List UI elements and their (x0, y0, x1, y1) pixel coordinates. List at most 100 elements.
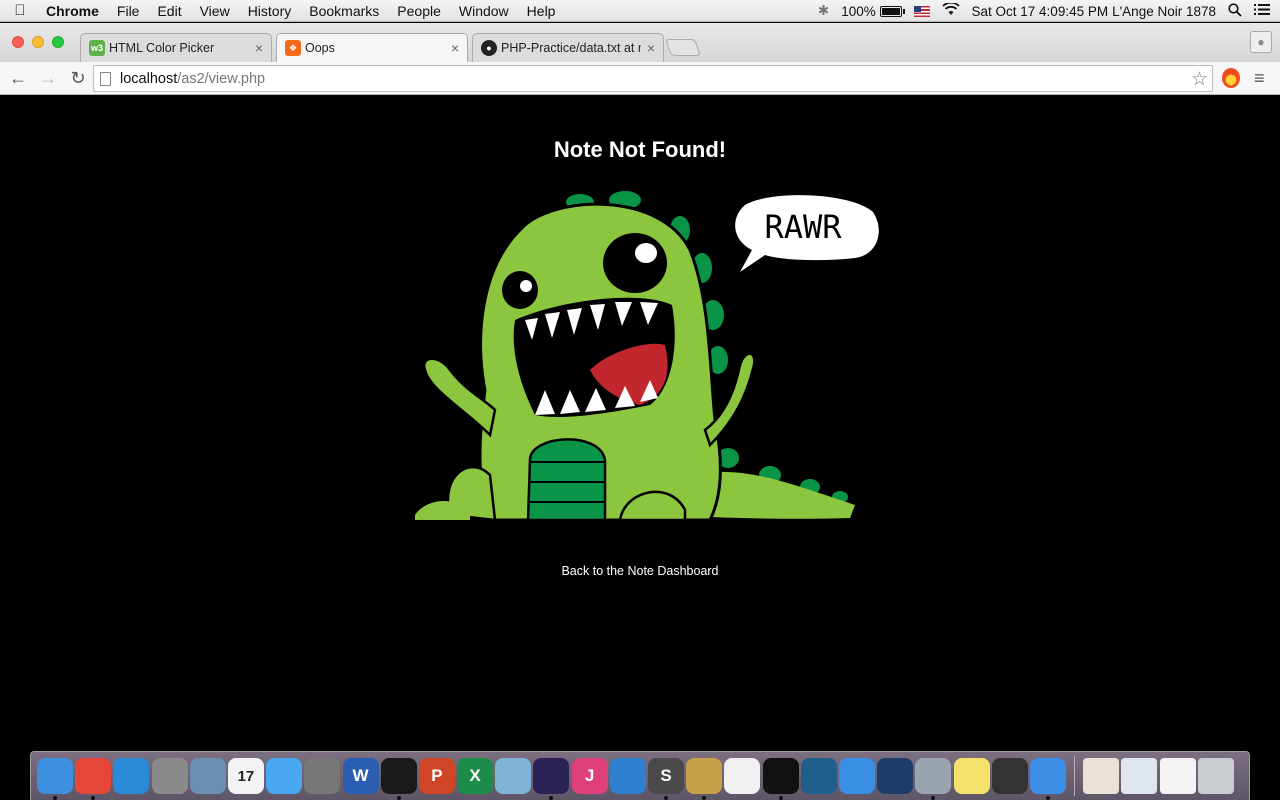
close-tab-icon[interactable]: × (647, 40, 655, 56)
running-indicator (778, 796, 783, 800)
quicktime-icon[interactable] (877, 758, 914, 794)
new-tab-button[interactable] (664, 39, 702, 56)
menu-help[interactable]: Help (518, 3, 565, 19)
calendar-icon-label: 17 (237, 767, 255, 785)
notification-center-icon[interactable] (1254, 3, 1270, 19)
tab-strip: w3 HTML Color Picker × ❖ Oops × ● PHP-Pr… (0, 23, 1280, 62)
reload-icon[interactable]: ↻ (64, 64, 92, 92)
xcode-icon[interactable] (838, 758, 875, 794)
battery-icon (879, 6, 905, 18)
close-window-button[interactable] (12, 36, 24, 48)
icloud-icon[interactable] (1029, 758, 1066, 800)
screenshots-stack-icon[interactable] (1159, 758, 1196, 794)
preview-icon[interactable] (189, 758, 226, 794)
running-indicator (664, 796, 668, 800)
spotlight-search-icon[interactable] (1228, 2, 1242, 20)
printer-icon[interactable] (991, 758, 1028, 794)
menu-history[interactable]: History (239, 3, 301, 19)
w3-icon: w3 (89, 40, 105, 56)
powerpoint-icon[interactable]: P (418, 758, 455, 794)
tab-github-data-txt[interactable]: ● PHP-Practice/data.txt at m × (472, 33, 664, 62)
word-icon-label: W (352, 766, 369, 785)
virtualbox-icon[interactable] (495, 758, 532, 794)
calendar-icon[interactable]: 17 (227, 758, 264, 794)
running-indicator (1045, 796, 1050, 800)
tab-title: HTML Color Picker (109, 41, 215, 55)
running-indicator (91, 796, 96, 800)
chrome-menu-icon[interactable]: ≡ (1254, 68, 1270, 89)
dino-left-eye-glint (520, 280, 532, 292)
powerpoint-icon-label: P (431, 766, 443, 785)
sublime-icon-label: S (660, 766, 672, 785)
url-host: localhost (120, 70, 178, 87)
finder-icon[interactable] (37, 758, 73, 800)
close-tab-icon[interactable]: × (255, 40, 263, 56)
menu-bar:  Chrome File Edit View History Bookmark… (0, 0, 1280, 22)
archive-icon[interactable] (686, 758, 723, 800)
menu-edit[interactable]: Edit (148, 3, 190, 19)
calculator-icon[interactable] (151, 758, 188, 794)
chrome-icon[interactable] (75, 758, 112, 800)
speech-bubble-text: RAWR (764, 208, 842, 246)
back-arrow-icon[interactable]: ← (4, 64, 32, 92)
page-content: Note Not Found! RAWR Back to the Note Da… (0, 95, 1280, 750)
downloads-stack-icon[interactable] (1121, 758, 1158, 794)
intellij-icon-label: J (584, 766, 595, 785)
trash-icon[interactable] (1197, 758, 1234, 794)
page-title: Note Not Found! (553, 137, 727, 162)
terminal-icon[interactable] (762, 758, 799, 800)
battery-percent: 100% (841, 3, 876, 19)
window-controls (12, 36, 64, 48)
mysql-workbench-icon[interactable] (800, 758, 837, 794)
tab-oops[interactable]: ❖ Oops × (276, 33, 468, 62)
menu-file[interactable]: File (108, 3, 149, 19)
menu-app-name[interactable]: Chrome (40, 3, 108, 19)
user-name[interactable]: L'Ange Noir 1878 (1112, 4, 1216, 19)
back-to-dashboard-link[interactable]: Back to the Note Dashboard (0, 564, 1280, 578)
menu-window[interactable]: Window (450, 3, 518, 19)
apple-menu-icon[interactable]:  (0, 2, 40, 19)
running-indicator (396, 796, 401, 800)
dock-separator (1074, 756, 1076, 796)
safari-icon[interactable] (113, 758, 150, 794)
running-indicator (53, 796, 57, 800)
documents-stack-icon[interactable] (1083, 758, 1120, 794)
fullscreen-window-button[interactable] (52, 36, 64, 48)
tab-title: Oops (305, 41, 335, 55)
forward-arrow-icon[interactable]: → (34, 64, 62, 92)
eclipse-icon[interactable] (533, 758, 570, 800)
wifi-icon[interactable] (941, 1, 960, 19)
tab-html-color-picker[interactable]: w3 HTML Color Picker × (80, 33, 272, 62)
menu-people[interactable]: People (388, 3, 450, 19)
bluetooth-icon[interactable]: ✱ (818, 3, 829, 19)
profile-icon[interactable]: ● (1250, 31, 1272, 53)
photos-icon[interactable] (724, 758, 761, 794)
minimize-window-button[interactable] (32, 36, 44, 48)
url-path: /as2/view.php (177, 70, 266, 87)
bookmark-star-icon[interactable]: ☆ (1191, 68, 1208, 91)
extension-fire-icon[interactable] (1222, 68, 1240, 88)
qq-icon[interactable] (380, 758, 417, 800)
github-icon: ● (481, 40, 497, 56)
weather-icon[interactable] (609, 758, 646, 794)
battery-status[interactable]: 100% (841, 3, 905, 19)
menu-view[interactable]: View (191, 3, 239, 19)
input-source-flag-icon[interactable] (913, 5, 930, 17)
settings-icon[interactable] (915, 758, 952, 800)
messages-icon[interactable] (266, 758, 303, 794)
dino-right-eye-glint (635, 243, 657, 263)
address-bar[interactable]: localhost/as2/view.php ☆ (93, 65, 1213, 92)
menu-bookmarks[interactable]: Bookmarks (300, 3, 388, 19)
excel-icon[interactable]: X (457, 758, 494, 794)
intellij-icon[interactable]: J (571, 758, 608, 794)
xampp-icon: ❖ (285, 40, 301, 56)
close-tab-icon[interactable]: × (451, 40, 459, 56)
browser-toolbar: ← → ↻ localhost/as2/view.php ☆ ≡ (0, 62, 1280, 95)
system-preferences-icon[interactable] (304, 758, 341, 794)
word-icon[interactable]: W (342, 758, 379, 794)
stickies-icon[interactable] (953, 758, 990, 794)
sublime-icon[interactable]: S (648, 758, 684, 800)
clock[interactable]: Sat Oct 17 4:09:45 PM (972, 4, 1109, 19)
excel-icon-label: X (469, 766, 481, 785)
dino-left-eye (502, 271, 538, 309)
